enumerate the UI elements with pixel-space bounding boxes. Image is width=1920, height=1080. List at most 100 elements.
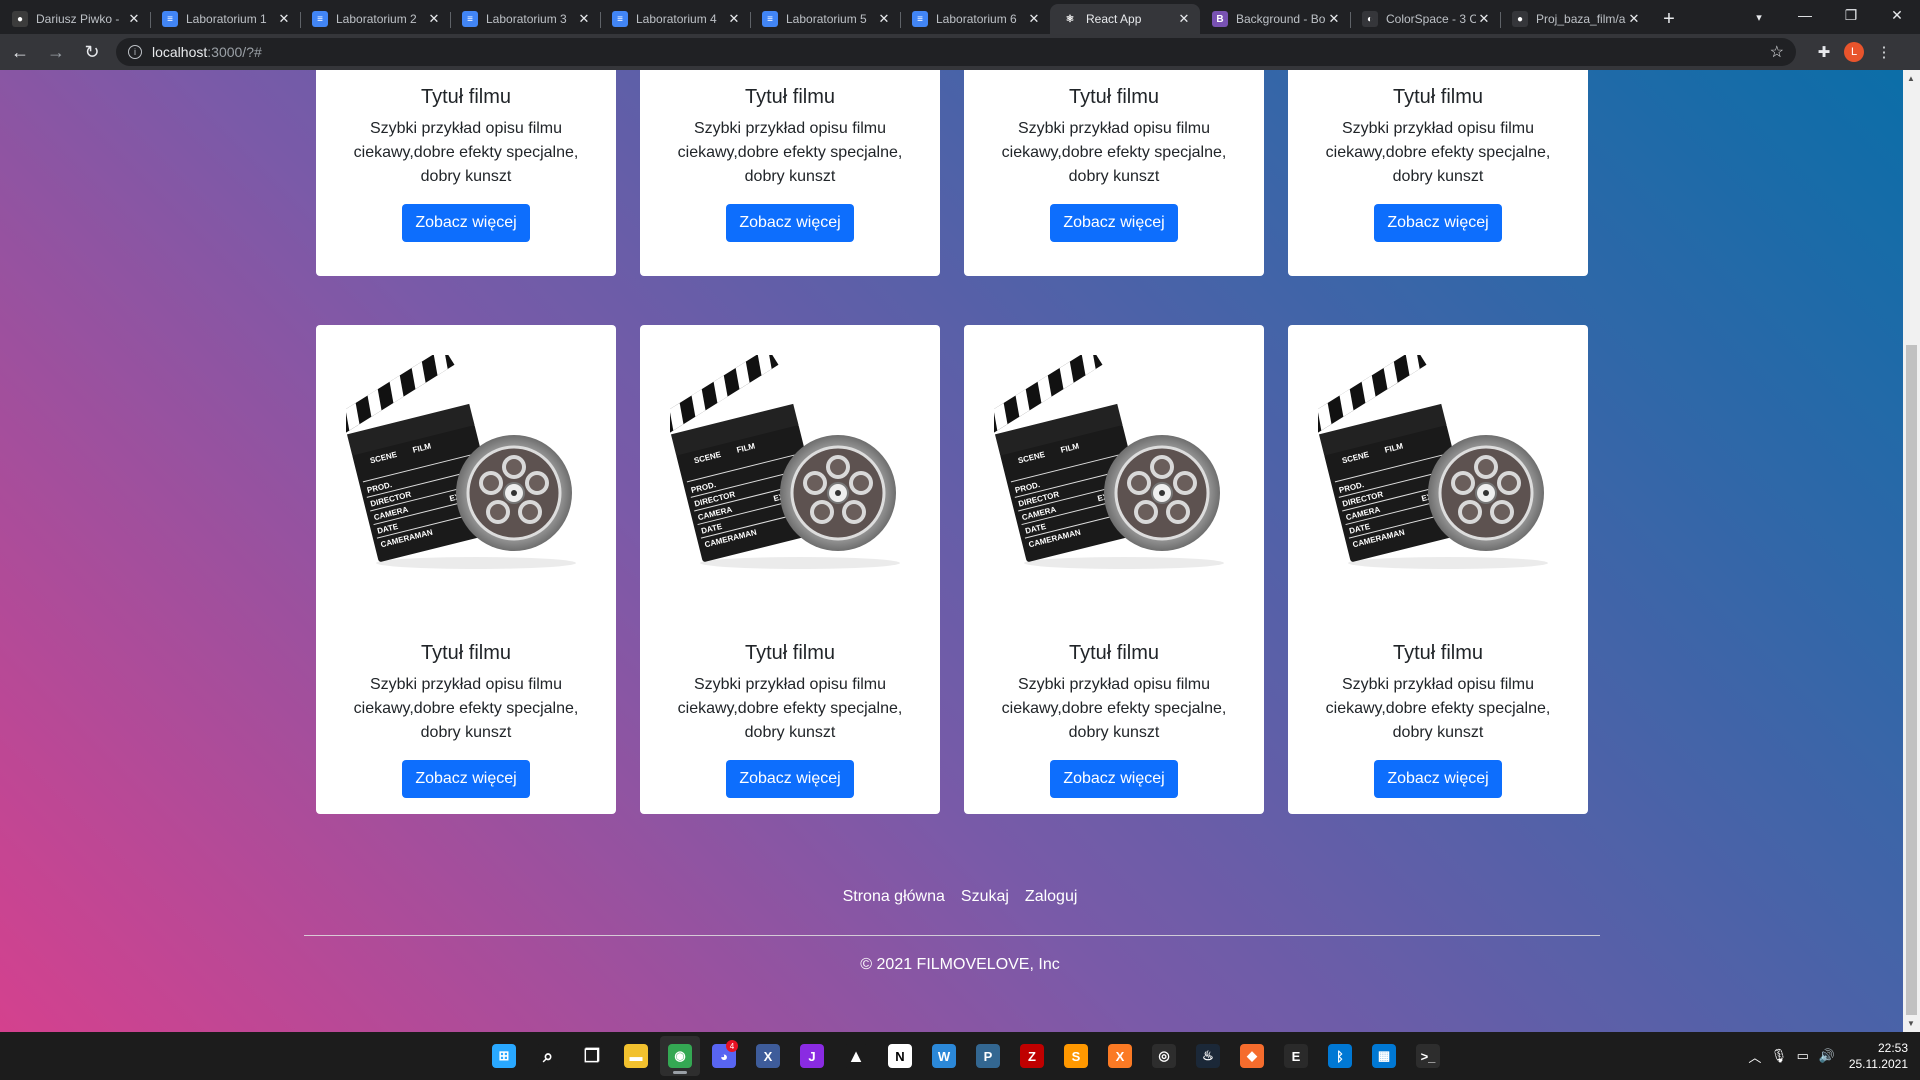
browser-tab[interactable]: ◐ ColorSpace - 3 C ✕ xyxy=(1350,4,1500,34)
tab-close-icon[interactable]: ✕ xyxy=(576,11,592,27)
clapperboard-film-reel-icon: SCENEFILM PROD. DIRECTOR CAMERAEXT. DATE… xyxy=(1318,355,1548,569)
taskbar-app-task-view[interactable]: ❐ xyxy=(572,1036,612,1076)
browser-tab[interactable]: ≡ Laboratorium 4 ✕ xyxy=(600,4,750,34)
tray-overflow-icon[interactable]: ︿ xyxy=(1743,1044,1767,1068)
movie-poster[interactable]: SCENEFILM PROD. DIRECTOR CAMERAEXT. DATE… xyxy=(964,325,1264,625)
browser-tab[interactable]: ⚛ React App ✕ xyxy=(1050,4,1200,34)
taskbar-app-jetbrains[interactable]: J xyxy=(792,1036,832,1076)
movie-card: Tytuł filmu Szybki przykład opisu filmu c… xyxy=(1288,70,1588,276)
taskbar-app-discord[interactable]: ◕ 4 xyxy=(704,1036,744,1076)
taskbar-app-visual-studio[interactable]: X xyxy=(748,1036,788,1076)
taskbar-app-postgres[interactable]: P xyxy=(968,1036,1008,1076)
footer-link[interactable]: Szukaj xyxy=(961,888,1009,906)
browser-menu-icon[interactable]: ⋮ xyxy=(1870,38,1898,66)
matlab-icon: ▲ xyxy=(844,1044,868,1068)
taskbar-app-file-explorer[interactable]: ▬ xyxy=(616,1036,656,1076)
tab-close-icon[interactable]: ✕ xyxy=(726,11,742,27)
taskbar-app-search[interactable]: ⌕ xyxy=(528,1036,568,1076)
search-icon: ⌕ xyxy=(536,1044,560,1068)
visual-studio-icon: X xyxy=(756,1044,780,1068)
taskbar-app-sublime[interactable]: S xyxy=(1056,1036,1096,1076)
movie-card: Tytuł filmu Szybki przykład opisu filmu c… xyxy=(316,70,616,276)
tab-close-icon[interactable]: ✕ xyxy=(876,11,892,27)
browser-tab[interactable]: ≡ Laboratorium 5 ✕ xyxy=(750,4,900,34)
movie-grid-row-1: Tytuł filmu Szybki przykład opisu filmu c… xyxy=(316,70,1588,276)
tab-close-icon[interactable]: ✕ xyxy=(126,11,142,27)
taskbar-app-windows-start[interactable]: ⊞ xyxy=(484,1036,524,1076)
clock[interactable]: 22:53 25.11.2021 xyxy=(1849,1040,1908,1072)
movie-poster[interactable]: SCENEFILM PROD. DIRECTOR CAMERAEXT. DATE… xyxy=(640,325,940,625)
clock-time: 22:53 xyxy=(1877,1041,1908,1055)
taskbar-app-app-w[interactable]: W xyxy=(924,1036,964,1076)
tab-close-icon[interactable]: ✕ xyxy=(276,11,292,27)
scroll-up-arrow-icon[interactable]: ▲ xyxy=(1907,74,1915,83)
browser-tab[interactable]: ≡ Laboratorium 2 ✕ xyxy=(300,4,450,34)
taskbar-app-origin[interactable]: ◆ xyxy=(1232,1036,1272,1076)
tab-close-icon[interactable]: ✕ xyxy=(1326,11,1342,27)
movie-description: Szybki przykład opisu filmu ciekawy,dobr… xyxy=(1325,676,1551,741)
taskbar-app-filezilla[interactable]: Z xyxy=(1012,1036,1052,1076)
reload-button[interactable]: ↻ xyxy=(76,36,108,68)
see-more-button[interactable]: Zobacz więcej xyxy=(1374,204,1502,242)
bookmark-star-icon[interactable]: ☆ xyxy=(1770,42,1784,62)
page-scrollbar[interactable]: ▲ ▼ xyxy=(1903,70,1920,1032)
restore-button[interactable]: ❐ xyxy=(1828,0,1874,30)
profile-avatar[interactable]: L xyxy=(1844,42,1864,62)
see-more-button[interactable]: Zobacz więcej xyxy=(1050,204,1178,242)
see-more-button[interactable]: Zobacz więcej xyxy=(402,204,530,242)
taskbar-app-epic[interactable]: E xyxy=(1276,1036,1316,1076)
scrollbar-thumb[interactable] xyxy=(1906,345,1917,1015)
taskbar-app-store[interactable]: ▦ xyxy=(1364,1036,1404,1076)
extensions-icon[interactable]: ✚ xyxy=(1810,38,1838,66)
tab-close-icon[interactable]: ✕ xyxy=(1476,11,1492,27)
network-icon[interactable]: ▭ xyxy=(1791,1044,1815,1068)
taskbar-app-terminal[interactable]: >_ xyxy=(1408,1036,1448,1076)
taskbar-app-bluetooth[interactable]: ᛒ xyxy=(1320,1036,1360,1076)
file-explorer-icon: ▬ xyxy=(624,1044,648,1068)
taskbar-app-obs[interactable]: ◎ xyxy=(1144,1036,1184,1076)
taskbar-app-xampp[interactable]: X xyxy=(1100,1036,1140,1076)
browser-tab[interactable]: ● Dariusz Piwko - ✕ xyxy=(0,4,150,34)
browser-tab[interactable]: ≡ Laboratorium 1 ✕ xyxy=(150,4,300,34)
forward-button[interactable]: → xyxy=(40,36,72,68)
see-more-button[interactable]: Zobacz więcej xyxy=(1050,760,1178,798)
scroll-down-arrow-icon[interactable]: ▼ xyxy=(1907,1019,1915,1028)
windows-start-icon: ⊞ xyxy=(492,1044,516,1068)
taskbar-app-matlab[interactable]: ▲ xyxy=(836,1036,876,1076)
tab-title: Laboratorium 1 xyxy=(186,12,267,26)
footer-link[interactable]: Zaloguj xyxy=(1025,888,1077,906)
tab-close-icon[interactable]: ✕ xyxy=(1026,11,1042,27)
taskbar-app-notion[interactable]: N xyxy=(880,1036,920,1076)
tab-title: Laboratorium 3 xyxy=(486,12,567,26)
see-more-button[interactable]: Zobacz więcej xyxy=(726,760,854,798)
tab-search-icon[interactable]: ▾ xyxy=(1748,6,1770,28)
new-tab-button[interactable]: + xyxy=(1654,4,1684,34)
browser-tab[interactable]: ≡ Laboratorium 6 ✕ xyxy=(900,4,1050,34)
browser-tab[interactable]: B Background - Bo ✕ xyxy=(1200,4,1350,34)
tab-favicon-icon: ≡ xyxy=(312,11,328,27)
footer-link[interactable]: Strona główna xyxy=(843,888,945,906)
footer-nav: Strona główna Szukaj Zaloguj xyxy=(0,888,1920,906)
back-button[interactable]: ← xyxy=(4,36,36,68)
see-more-button[interactable]: Zobacz więcej xyxy=(726,204,854,242)
page-viewport: Tytuł filmu Szybki przykład opisu filmu c… xyxy=(0,70,1920,1032)
taskbar-app-chrome[interactable]: ◉ xyxy=(660,1036,700,1076)
taskbar-app-steam[interactable]: ♨ xyxy=(1188,1036,1228,1076)
site-info-icon[interactable]: i xyxy=(128,45,142,59)
volume-icon[interactable]: 🔊 xyxy=(1815,1044,1839,1068)
movie-poster[interactable]: SCENEFILM PROD. DIRECTOR CAMERAEXT. DATE… xyxy=(316,325,616,625)
tab-close-icon[interactable]: ✕ xyxy=(1626,11,1642,27)
tab-favicon-icon: ● xyxy=(1512,11,1528,27)
tab-close-icon[interactable]: ✕ xyxy=(1176,11,1192,27)
minimize-button[interactable]: — xyxy=(1782,0,1828,30)
movie-poster[interactable]: SCENEFILM PROD. DIRECTOR CAMERAEXT. DATE… xyxy=(1288,325,1588,625)
url-path: :3000/?# xyxy=(207,44,262,60)
browser-tab[interactable]: ● Proj_baza_film/a ✕ xyxy=(1500,4,1650,34)
microphone-icon[interactable]: 🎙 xyxy=(1767,1044,1791,1068)
address-bar[interactable]: i localhost:3000/?# ☆ xyxy=(116,38,1796,66)
see-more-button[interactable]: Zobacz więcej xyxy=(1374,760,1502,798)
browser-tab[interactable]: ≡ Laboratorium 3 ✕ xyxy=(450,4,600,34)
close-window-button[interactable]: ✕ xyxy=(1874,0,1920,30)
tab-close-icon[interactable]: ✕ xyxy=(426,11,442,27)
see-more-button[interactable]: Zobacz więcej xyxy=(402,760,530,798)
